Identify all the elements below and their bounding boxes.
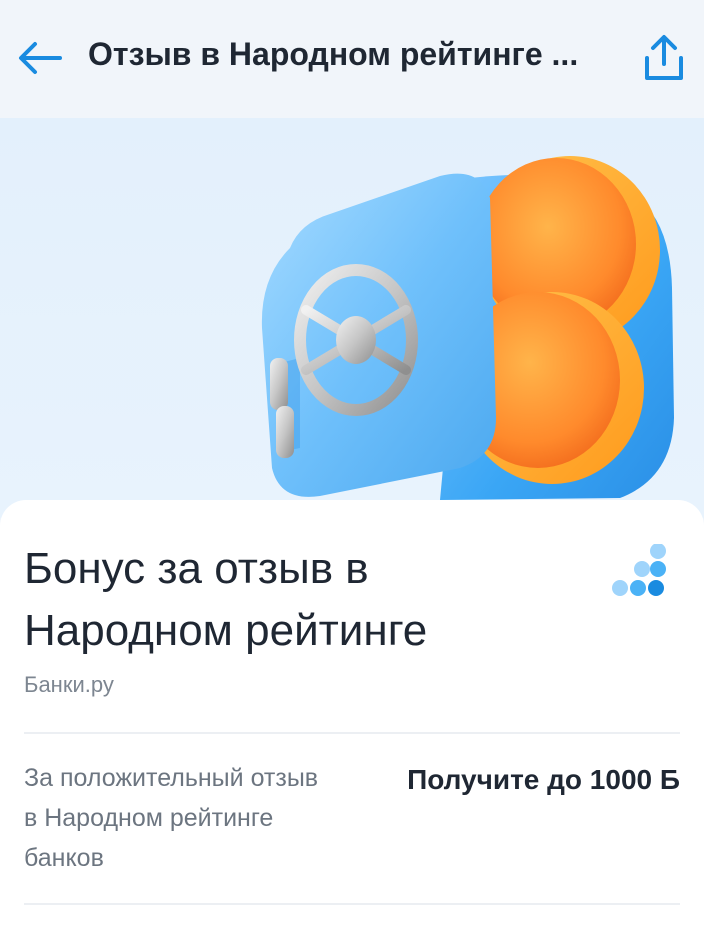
top-app-bar: Отзыв в Народном рейтинге ... [0, 0, 704, 118]
offer-page: Отзыв в Народном рейтинге ... Бонус за о… [0, 0, 704, 938]
banki-ru-logo-icon [612, 544, 666, 596]
page-title: Отзыв в Народном рейтинге ... [88, 36, 579, 72]
divider [24, 732, 680, 734]
hero-banner [0, 118, 704, 518]
bonus-value: Получите до 1000 Б [407, 764, 680, 795]
share-button[interactable] [636, 30, 692, 86]
divider [24, 903, 680, 905]
back-button[interactable] [14, 34, 66, 82]
bonus-description: За положительный отзыв в Народном рейтин… [24, 764, 319, 872]
offer-title: Бонус за отзыв в Народном рейтинге [24, 544, 428, 655]
safe-with-coins-illustration [261, 156, 674, 500]
offer-source: Банки.ру [24, 672, 114, 697]
offer-card: Бонус за отзыв в Народном рейтинге Банки… [0, 500, 704, 938]
arrow-left-icon [19, 42, 62, 74]
share-icon [645, 35, 683, 80]
